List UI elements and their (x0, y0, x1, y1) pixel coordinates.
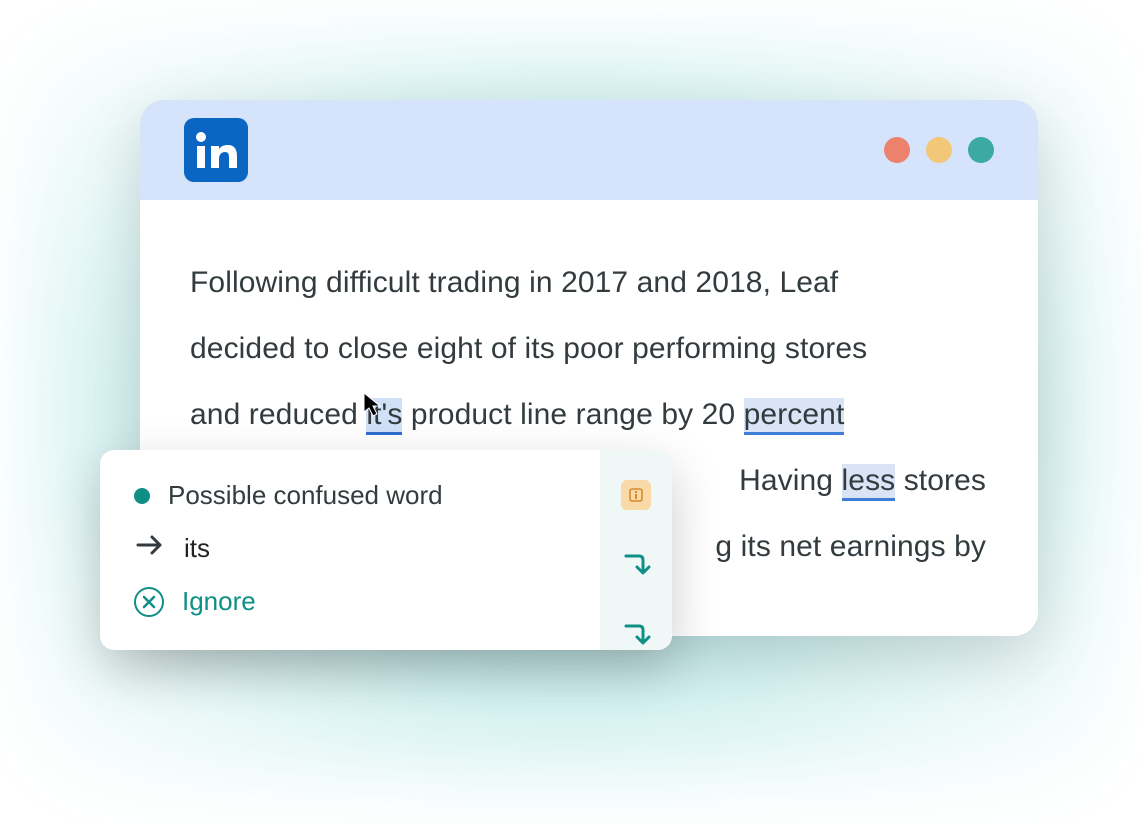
window-controls (884, 137, 994, 163)
arrow-turn-down-icon (621, 550, 651, 580)
text-line: Following difficult trading in 2017 and … (190, 250, 988, 316)
next-suggestion-button-2[interactable] (621, 620, 651, 650)
suggestion-text: its (184, 533, 210, 564)
window-maximize-dot[interactable] (968, 137, 994, 163)
info-icon (621, 480, 651, 510)
arrow-turn-down-icon (621, 620, 651, 650)
text-line: and reduced it's product line range by 2… (190, 382, 988, 448)
next-suggestion-button[interactable] (621, 550, 651, 580)
ignore-label: Ignore (182, 586, 256, 617)
window-minimize-dot[interactable] (926, 137, 952, 163)
highlighted-word-less[interactable]: less (842, 464, 896, 501)
close-icon (134, 587, 164, 617)
arrow-right-icon (136, 533, 166, 564)
text-line: decided to close eight of its poor perfo… (190, 316, 988, 382)
popup-title-row: Possible confused word (134, 480, 580, 511)
popup-side-actions (600, 450, 672, 650)
highlighted-word-percent[interactable]: percent (744, 398, 845, 435)
window-titlebar (140, 100, 1038, 200)
suggestion-row[interactable]: its (134, 533, 580, 564)
linkedin-icon (184, 118, 248, 182)
popup-title: Possible confused word (168, 480, 443, 511)
grammar-suggestion-popup: Possible confused word its Ignore (100, 450, 672, 650)
window-close-dot[interactable] (884, 137, 910, 163)
popup-main: Possible confused word its Ignore (100, 450, 600, 650)
ignore-row[interactable]: Ignore (134, 586, 580, 617)
highlighted-word-its[interactable]: it's (366, 398, 402, 435)
info-button[interactable] (621, 480, 651, 510)
category-bullet-icon (134, 488, 150, 504)
